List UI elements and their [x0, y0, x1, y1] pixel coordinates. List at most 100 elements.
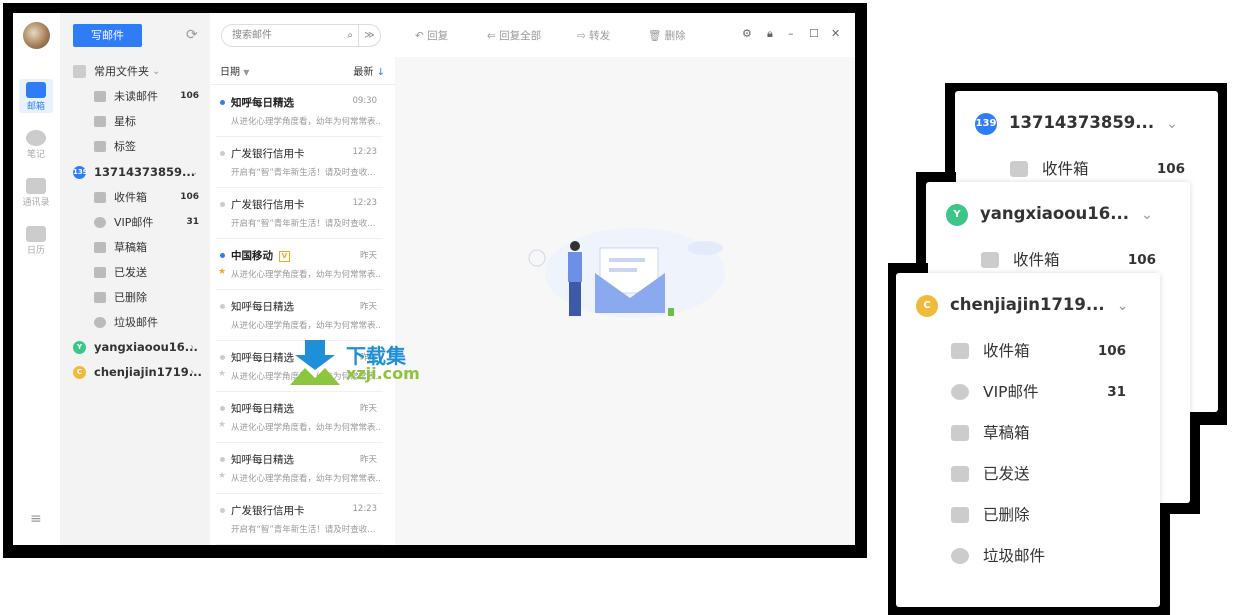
chevron-down-icon[interactable]: ⌄ [1166, 116, 1178, 132]
mail-list-item[interactable]: ★ 知呼每日精选 昨天从进化心理学角度看，幼年为何常常表... [216, 392, 383, 443]
mail-sender: 知呼每日精选 [231, 403, 294, 415]
star-icon[interactable]: ★ [218, 471, 226, 481]
mail-preview: 从进化心理学角度看，幼年为何常常表... [231, 321, 381, 331]
calendar-icon [26, 226, 46, 242]
search-icon[interactable]: ⌕ [347, 25, 353, 46]
mail-sender: 广发银行信用卡 [231, 199, 305, 211]
delete-button[interactable]: 🗑 删除 [648, 28, 686, 43]
folder-item[interactable]: 未读邮件 106 [60, 84, 210, 109]
unread-dot [220, 508, 225, 513]
unread-dot [220, 253, 225, 258]
note-icon [26, 130, 46, 146]
refresh-icon[interactable]: ⟳ [186, 27, 198, 43]
advanced-search-icon[interactable]: ≫ [358, 25, 380, 46]
mail-sender: 知呼每日精选 [231, 97, 294, 109]
account-badge: Y [946, 203, 968, 226]
search-input[interactable]: 搜索邮件 ⌕ ≫ [221, 24, 381, 47]
folder-item[interactable]: 标签 [60, 134, 210, 159]
mail-list-item[interactable]: 知呼每日精选 昨天 从进化心理学角度看，幼年为何常常表... [216, 290, 383, 341]
unread-dot [220, 151, 225, 156]
rail-item-calendar[interactable]: 日历 [19, 223, 53, 257]
vip-icon [94, 217, 106, 228]
account-badge: Y [73, 341, 86, 354]
rail-item-contacts[interactable]: 通讯录 [19, 175, 53, 209]
star-icon[interactable]: ★ [218, 267, 226, 277]
folder-item[interactable]: 收件箱 106 [60, 185, 210, 210]
mail-list-item[interactable]: ★ 中国移动 V 昨天 从进化心理学角度看，幼年为何常常表... [216, 239, 383, 290]
rail-item-mail[interactable]: 邮箱 [19, 79, 53, 113]
mail-time: 12:23 [352, 147, 378, 157]
folder-item[interactable]: VIP邮件 31 [60, 210, 210, 235]
chevron-right-icon[interactable]: › [190, 360, 194, 385]
mail-list-item[interactable]: 广发银行信用卡 12:23 开启有“智”青年新生活！请及时查收... [216, 137, 383, 188]
account-header[interactable]: Cchenjiajin1719... › [60, 360, 210, 385]
mail-list-item[interactable]: 广发银行信用卡 12:23 开启有“智”青年新生活！请及时查收... [216, 494, 383, 545]
star-icon[interactable]: ★ [218, 369, 226, 379]
account-badge: 139 [975, 112, 997, 135]
reply-all-button[interactable]: ⇐ 回复全部 [487, 28, 541, 43]
folder-item[interactable]: 已发送 [60, 260, 210, 285]
mail-list-item[interactable]: 知呼每日精选 09:30 从进化心理学角度看，幼年为何常常表... [216, 86, 383, 137]
unread-dot [220, 457, 225, 462]
folder-item[interactable]: 已删除 [60, 285, 210, 310]
mail-time: 12:23 [352, 198, 378, 208]
account-header[interactable]: Cchenjiajin1719... ⌄ [916, 290, 1128, 320]
sent-icon [94, 267, 106, 278]
folder-item[interactable]: 已删除 [951, 501, 1131, 529]
account-header[interactable]: 139 13714373859... ⌄ [60, 160, 210, 185]
folder-item[interactable]: 星标 [60, 109, 210, 134]
inbox-icon [981, 252, 999, 268]
folder-item[interactable]: 收件箱 106 [951, 337, 1131, 365]
star-icon[interactable]: ★ [218, 420, 226, 430]
folder-item[interactable]: 收件箱 106 [1010, 155, 1190, 183]
unread-dot [220, 100, 225, 105]
mail-toolbar: ↶ 回复 ⇐ 回复全部 ⇨ 转发 🗑 删除 ⚙ 🔒︎ – ☐ ✕ [395, 13, 855, 57]
chevron-down-icon[interactable]: ⌄ [1117, 298, 1129, 314]
gear-icon[interactable]: ⚙ [742, 27, 752, 40]
folder-panel: 写邮件 ⟳ 常用文件夹 ⌄ 未读邮件 106 星标 标签 139 13714373859.… [60, 13, 210, 545]
chevron-down-icon[interactable]: ⌄ [1141, 207, 1153, 223]
close-button[interactable]: ✕ [831, 27, 840, 40]
account-header[interactable]: Yyangxiaoou16... ⌄ [946, 199, 1153, 229]
rail-item-notes[interactable]: 笔记 [19, 127, 53, 161]
avatar[interactable] [23, 22, 50, 49]
chevron-down-icon[interactable]: ⌄ [190, 160, 198, 185]
account-header[interactable]: Yyangxiaoou16... › [60, 335, 210, 360]
compose-button[interactable]: 写邮件 [73, 24, 142, 47]
chevron-right-icon[interactable]: › [190, 335, 194, 360]
sort-by-date[interactable]: 日期 ▼ [220, 61, 249, 85]
folder-item[interactable]: 垃圾邮件 [951, 542, 1131, 570]
mail-preview: 开启有“智”青年新生活！请及时查收... [231, 525, 376, 535]
sent-icon [951, 466, 969, 482]
mail-list-item[interactable]: 广发银行信用卡 12:23 开启有“智”青年新生活！请及时查收... [216, 188, 383, 239]
chevron-down-icon: ⌄ [152, 66, 161, 77]
mail-sender: 广发银行信用卡 [231, 505, 305, 517]
mail-preview: 从进化心理学角度看，幼年为何常常表... [231, 474, 381, 484]
account-header[interactable]: 139 13714373859... ⌄ [975, 108, 1178, 138]
account-card-chenjiajin: Cchenjiajin1719... ⌄ 收件箱 106 VIP邮件 31 草稿箱已发送已删… [896, 273, 1160, 607]
folder-item[interactable]: 草稿箱 [60, 235, 210, 260]
folder-item[interactable]: 垃圾邮件 [60, 310, 210, 335]
common-folders-header[interactable]: 常用文件夹 ⌄ [60, 59, 210, 84]
vip-icon [951, 384, 969, 400]
forward-button[interactable]: ⇨ 转发 [577, 28, 610, 43]
mail-list-item[interactable]: ★ 知呼每日精选 昨天从进化心理学角度看，幼年为何常常表... [216, 443, 383, 494]
folder-item[interactable]: 已发送 [951, 460, 1131, 488]
mail-preview: 从进化心理学角度看，幼年为何常常表... [231, 270, 381, 280]
draft-icon [94, 242, 106, 253]
sort-order[interactable]: 最新 ↓ [353, 61, 385, 85]
mail-app-window: 邮箱 笔记 通讯录 日历 ≡ 写邮件 ⟳ 常用文件夹 ⌄ 未读邮件 106 星标 标签 … [13, 13, 855, 545]
draft-icon [951, 425, 969, 441]
folder-item[interactable]: VIP邮件 31 [951, 378, 1131, 406]
mail-preview: 从进化心理学角度看，幼年为何常常表... [231, 117, 381, 127]
unread-dot [220, 202, 225, 207]
maximize-button[interactable]: ☐ [809, 27, 819, 40]
lock-icon[interactable]: 🔒︎ [767, 27, 773, 41]
folder-item[interactable]: 草稿箱 [951, 419, 1131, 447]
unread-dot [220, 304, 225, 309]
menu-icon[interactable]: ≡ [30, 511, 42, 527]
minimize-button[interactable]: – [788, 27, 794, 40]
vip-badge: V [279, 250, 290, 262]
folder-item[interactable]: 收件箱 106 [981, 246, 1161, 274]
reply-button[interactable]: ↶ 回复 [415, 28, 448, 43]
